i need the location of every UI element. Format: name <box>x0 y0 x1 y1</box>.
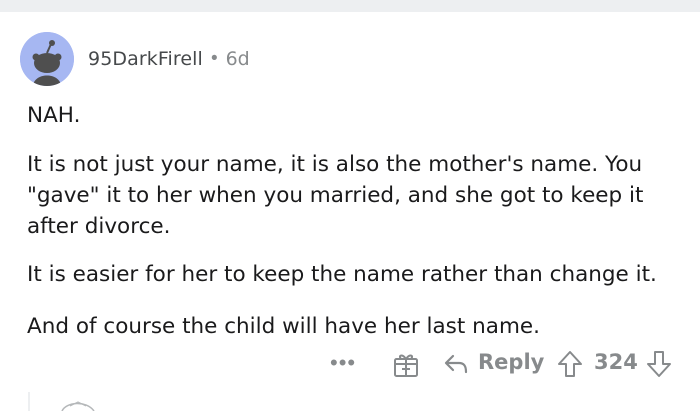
snoo-avatar-icon <box>20 32 74 86</box>
reply-arrow-icon[interactable] <box>443 352 469 376</box>
comment-header: 95DarkFirell • 6d <box>20 32 250 86</box>
upvote-arrow-icon[interactable] <box>557 350 583 378</box>
comment-paragraph: And of course the child will have her la… <box>27 314 540 339</box>
comment-username[interactable]: 95DarkFirell <box>88 48 203 70</box>
thread-line <box>28 392 30 411</box>
top-separator-band <box>0 0 700 12</box>
downvote-arrow-icon[interactable] <box>646 350 672 378</box>
gift-award-icon[interactable] <box>392 350 420 378</box>
comment-action-bar: ••• Reply 324 <box>0 346 700 382</box>
comment-paragraph: It is easier for her to keep the name ra… <box>27 262 657 287</box>
comment-paragraph: NAH. <box>27 103 81 128</box>
reply-button[interactable]: Reply <box>478 350 544 374</box>
comment-age: 6d <box>225 48 250 70</box>
comment-paragraph: It is not just your name, it is also the… <box>27 152 644 239</box>
vote-score: 324 <box>594 350 638 374</box>
next-comment-avatar-icon <box>61 401 95 411</box>
more-options-button[interactable]: ••• <box>330 350 356 376</box>
avatar[interactable] <box>20 32 74 86</box>
meta-separator: • <box>210 48 218 69</box>
